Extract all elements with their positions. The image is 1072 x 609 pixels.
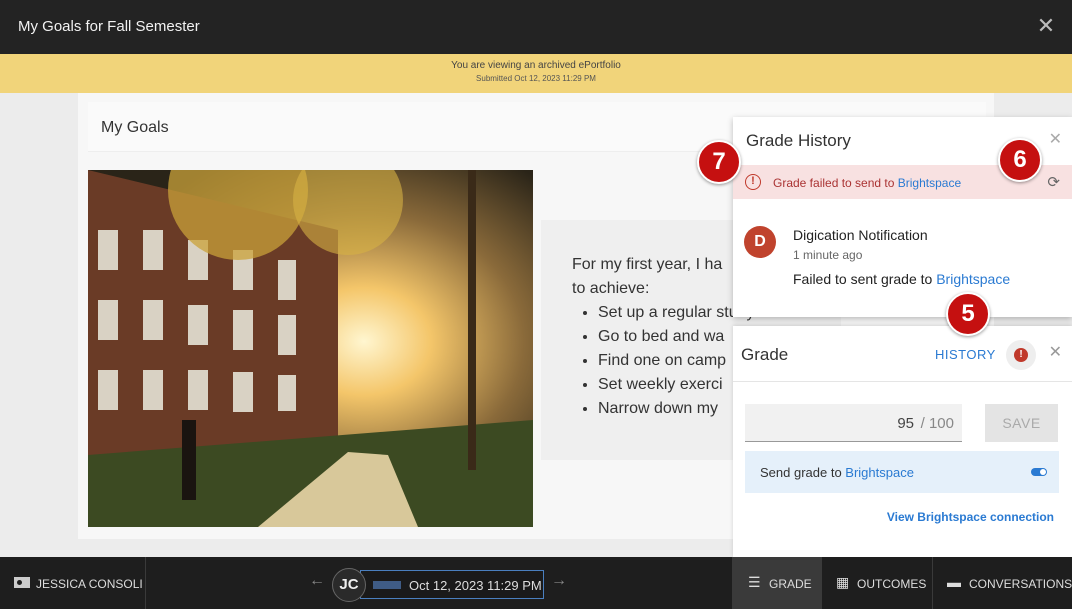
- error-text: Grade failed to send to: [773, 176, 898, 190]
- banner-message: You are viewing an archived ePortfolio: [451, 60, 621, 71]
- close-icon[interactable]: ✕: [1049, 342, 1062, 362]
- grade-panel: Grade HISTORY ! ✕ 95 / 100 SAVE Send gra…: [733, 326, 1072, 557]
- outcomes-icon: ▦: [836, 574, 850, 590]
- student-name: JESSICA CONSOLI: [36, 577, 143, 591]
- section-title: My Goals: [101, 119, 169, 136]
- next-arrow-icon[interactable]: →: [551, 572, 567, 590]
- avatar: D: [744, 226, 776, 258]
- tab-grade[interactable]: ☰ GRADE: [732, 557, 821, 609]
- notification-text: Failed to sent grade to: [793, 271, 937, 287]
- view-connection-link[interactable]: View Brightspace connection: [887, 510, 1054, 524]
- grade-icon: ☰: [748, 574, 761, 590]
- id-card-icon: [14, 577, 30, 588]
- banner-submitted: Submitted Oct 12, 2023 11:29 PM: [476, 74, 596, 83]
- brightspace-link[interactable]: Brightspace: [898, 176, 961, 190]
- tab-conversations-label: CONVERSATIONS: [969, 577, 1072, 591]
- campus-photo: [88, 170, 533, 527]
- alert-icon: !: [1014, 348, 1028, 362]
- send-grade-row: Send grade to Brightspace: [745, 451, 1059, 493]
- step-badge-6: 6: [998, 138, 1042, 182]
- grade-title: Grade: [741, 345, 789, 364]
- student-selector[interactable]: JESSICA CONSOLI: [0, 557, 146, 609]
- brightspace-link[interactable]: Brightspace: [936, 271, 1010, 287]
- tab-outcomes[interactable]: ▦ OUTCOMES: [821, 557, 932, 609]
- submission-date: Oct 12, 2023 11:29 PM: [409, 578, 542, 593]
- history-button[interactable]: HISTORY: [935, 347, 996, 362]
- close-icon[interactable]: ✕: [1034, 14, 1058, 38]
- grade-alert-button[interactable]: !: [1006, 340, 1036, 370]
- step-badge-5: 5: [946, 292, 990, 336]
- send-grade-toggle[interactable]: [1031, 468, 1047, 476]
- send-grade-label: Send grade to Brightspace: [760, 465, 914, 480]
- score-value: 95: [897, 415, 914, 432]
- divider: [733, 381, 1072, 382]
- retry-sync-icon[interactable]: ⟳: [1047, 173, 1060, 191]
- archived-banner: You are viewing an archived ePortfolio S…: [0, 54, 1072, 93]
- window-title: My Goals for Fall Semester: [18, 18, 200, 35]
- grade-history-title: Grade History: [746, 131, 851, 150]
- top-bar: My Goals for Fall Semester ✕: [0, 0, 1072, 54]
- notification-message: Failed to sent grade to Brightspace: [793, 271, 1010, 287]
- save-button[interactable]: SAVE: [985, 404, 1058, 442]
- submission-date-selector[interactable]: Oct 12, 2023 11:29 PM: [360, 570, 544, 599]
- step-badge-7: 7: [697, 140, 741, 184]
- score-input[interactable]: 95 / 100: [745, 404, 962, 442]
- tab-grade-label: GRADE: [769, 577, 812, 591]
- score-max: / 100: [920, 415, 954, 432]
- bottom-bar: JESSICA CONSOLI ← Oct 12, 2023 11:29 PM …: [0, 557, 1072, 609]
- previous-arrow-icon[interactable]: ←: [309, 572, 325, 590]
- notification-author: Digication Notification: [793, 227, 928, 243]
- submission-swatch: [373, 581, 401, 589]
- tab-conversations[interactable]: ▬ CONVERSATIONS: [932, 557, 1072, 609]
- tab-outcomes-label: OUTCOMES: [857, 577, 927, 591]
- avatar: JC: [332, 568, 366, 602]
- brightspace-link[interactable]: Brightspace: [845, 465, 914, 480]
- notification-time: 1 minute ago: [793, 248, 863, 262]
- error-message: Grade failed to send to Brightspace: [773, 176, 961, 190]
- error-icon: !: [745, 174, 761, 190]
- close-icon[interactable]: ✕: [1049, 129, 1062, 149]
- send-text: Send grade to: [760, 465, 846, 480]
- chat-icon: ▬: [947, 574, 961, 590]
